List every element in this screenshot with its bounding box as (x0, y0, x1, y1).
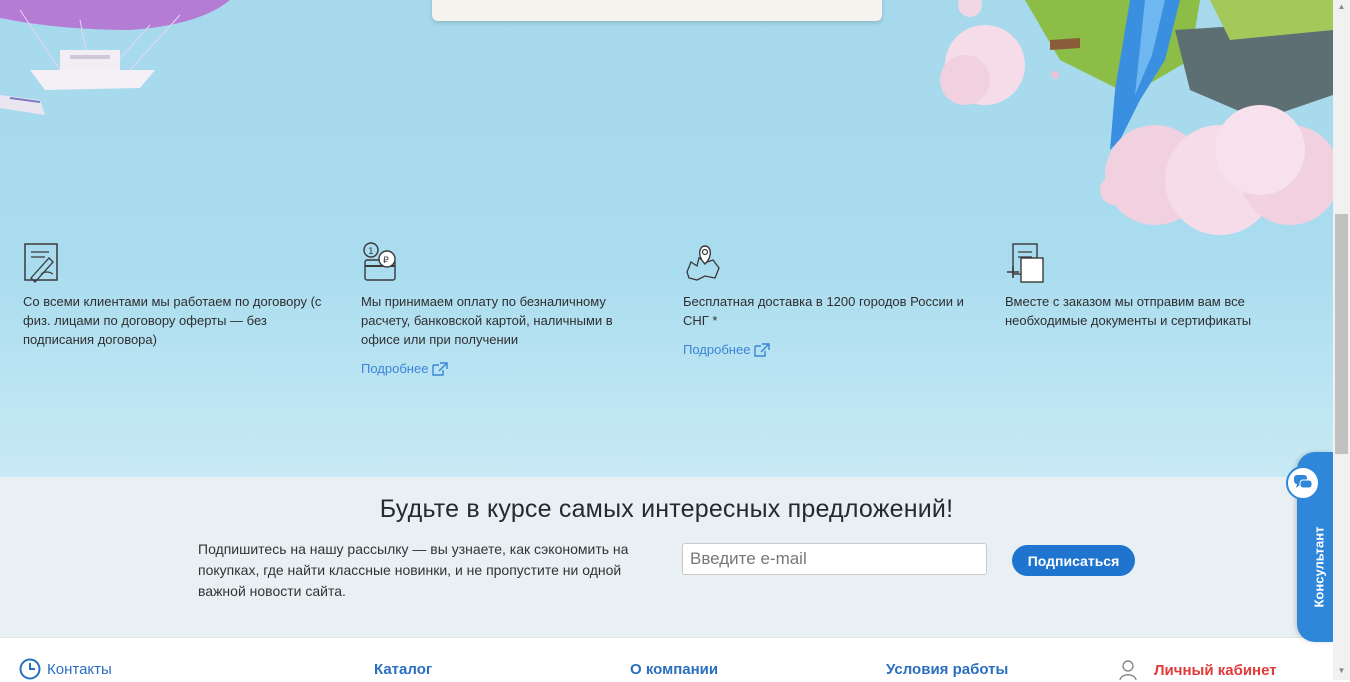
svg-text:₽: ₽ (383, 256, 389, 266)
user-icon (1119, 660, 1137, 681)
footer-nav: Контакты Каталог О компании Условия рабо… (0, 637, 1333, 681)
subscribe-button[interactable]: Подписаться (1012, 545, 1135, 576)
footer-terms-link[interactable]: Условия работы (886, 661, 1008, 678)
feature-text: Со всеми клиентами мы работаем по догово… (23, 294, 322, 347)
more-link-delivery[interactable]: Подробнее (683, 342, 771, 357)
feature-payment: 1 ₽ Мы принимаем оплату по безналичному … (361, 242, 641, 378)
more-link-payment[interactable]: Подробнее (361, 361, 449, 376)
scroll-up-icon[interactable]: ▲ (1333, 0, 1350, 14)
airship-illustration (0, 0, 230, 115)
payment-card-icon: 1 ₽ (363, 242, 396, 281)
map-pin-icon (686, 245, 720, 281)
feature-documents: Вместе с заказом мы отправим вам все нео… (1005, 242, 1295, 330)
feature-text: Бесплатная доставка в 1200 городов Росси… (683, 294, 964, 328)
consultant-label: Консультант (1311, 526, 1327, 608)
feature-text: Вместе с заказом мы отправим вам все нео… (1005, 294, 1252, 328)
scrollbar-thumb[interactable] (1335, 214, 1348, 454)
clock-icon (19, 658, 41, 680)
footer-cabinet-link[interactable]: Личный кабинет (1118, 658, 1277, 682)
svg-text:1: 1 (368, 247, 374, 257)
newsletter-section: Будьте в курсе самых интересных предложе… (0, 477, 1333, 637)
feature-text: Мы принимаем оплату по безналичному расч… (361, 294, 613, 347)
footer-catalog-link[interactable]: Каталог (374, 661, 432, 678)
feature-contract: Со всеми клиентами мы работаем по догово… (23, 242, 323, 349)
documents-icon (1007, 243, 1044, 283)
hero-section: Со всеми клиентами мы работаем по догово… (0, 0, 1333, 477)
contract-icon (24, 243, 58, 283)
newsletter-description: Подпишитесь на нашу рассылку — вы узнает… (198, 541, 629, 599)
scroll-down-icon[interactable]: ▼ (1333, 664, 1350, 678)
email-input[interactable] (682, 543, 987, 575)
external-link-icon (432, 361, 449, 376)
hero-card (432, 0, 882, 21)
floating-island-illustration (940, 0, 1333, 235)
page-scrollbar[interactable]: ▲ ▼ (1333, 0, 1350, 680)
footer-contacts-link[interactable]: Контакты (19, 658, 112, 680)
chat-icon[interactable] (1286, 466, 1320, 500)
footer-about-link[interactable]: О компании (630, 661, 718, 678)
feature-delivery: Бесплатная доставка в 1200 городов Росси… (683, 242, 973, 359)
external-link-icon (754, 342, 771, 357)
newsletter-title: Будьте в курсе самых интересных предложе… (379, 495, 954, 523)
